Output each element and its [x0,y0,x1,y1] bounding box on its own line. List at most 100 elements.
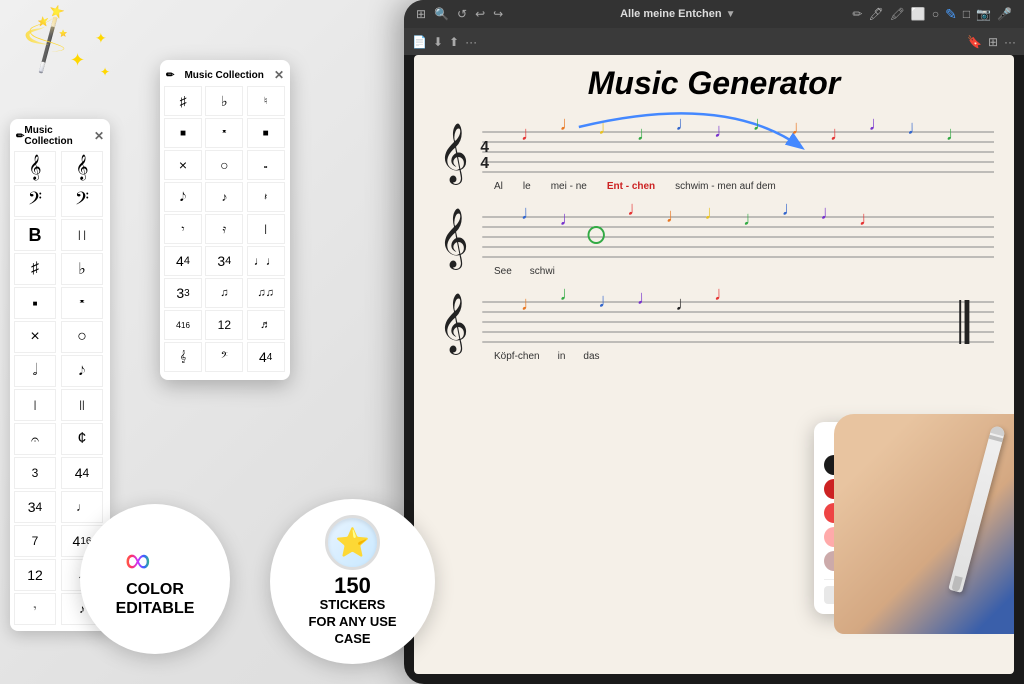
sticker-cell[interactable]: B [14,219,56,251]
sticker-cell[interactable]: ○ [61,321,103,353]
music-title: Music Generator [414,55,1014,107]
search-icon[interactable]: 🔍 [434,7,449,21]
pen-tool-icon[interactable]: 🖊 [868,7,883,21]
sticker-cell[interactable]: 𝄢 [14,185,56,217]
sticker-cell-lg[interactable]: ♭ [205,86,243,116]
pencil-tool-icon[interactable]: ✏ [852,7,862,21]
share-icon[interactable]: ⬆ [449,35,459,49]
sticker-cell[interactable]: × [14,321,56,353]
sticker-cell[interactable]: 7 [14,525,56,557]
sticker-cell-lg[interactable]: × [164,150,202,180]
ellipsis-icon[interactable]: ··· [465,35,477,49]
more-icon[interactable]: ··· [1004,35,1016,49]
svg-text:♩: ♩ [627,198,646,220]
sticker-cell-lg[interactable]: 𝄾 [164,214,202,244]
app-name-label: Alle meine Entchen [620,8,721,20]
mic-icon[interactable]: 🎤 [997,7,1012,21]
sticker-cell[interactable]: | [14,389,56,421]
svg-text:♩: ♩ [560,113,579,135]
sticker-cell-lg[interactable]: ♫♫ [247,278,285,308]
sticker-cell[interactable]: 44 [61,457,103,489]
shapes-icon[interactable]: □ [963,7,970,21]
svg-text:♩: ♩ [675,113,694,135]
close-icon-small[interactable]: ✕ [94,129,104,143]
sticker-cell[interactable]: || [61,389,103,421]
sticker-cell[interactable]: 𝄾 [14,593,56,625]
sticker-cell[interactable]: 𝄞 [61,151,103,183]
sticker-cell[interactable]: ■ [14,287,56,319]
sticker-cell-lg[interactable]: 𝄺 [205,118,243,148]
sticker-cell-lg[interactable]: ■ [247,118,285,148]
undo-icon[interactable]: ↩ [475,7,485,21]
sticker-cell-lg[interactable]: 33 [164,278,202,308]
sticker-cell-lg[interactable]: ♫ [205,278,243,308]
svg-text:♩: ♩ [868,113,887,135]
sticker-cell-lg[interactable]: ■ [164,118,202,148]
sticker-cell-lg[interactable]: 44 [164,246,202,276]
svg-text:♩: ♩ [830,123,849,145]
svg-text:♩: ♩ [907,117,926,139]
svg-text:4: 4 [480,139,489,156]
sticker-cell-lg[interactable]: 12 [205,310,243,340]
sticker-cell[interactable]: 𝅘𝅥𝅮 [61,355,103,387]
svg-text:♩: ♩ [637,287,656,309]
sticker-cell-lg[interactable]: | [247,214,285,244]
hand-pencil-area [834,414,1014,634]
grid-icon[interactable]: ⊞ [416,7,426,21]
sticker-cell-lg[interactable]: ♩♩ [247,246,285,276]
camera-icon[interactable]: 📷 [976,7,991,21]
sticker-line3: CASE [308,631,396,648]
sticker-cell-lg[interactable]: ♪ [205,182,243,212]
sticker-cell-lg[interactable]: 416 [164,310,202,340]
svg-text:♩: ♩ [946,123,965,145]
sticker-cell-lg[interactable]: 𝅝 [247,150,285,180]
sticker-cell-lg[interactable]: ♯ [164,86,202,116]
lyric: das [583,351,599,362]
sticker-cell[interactable]: ♭ [61,253,103,285]
svg-text:♩: ♩ [666,205,685,227]
sticker-cell-lg[interactable]: 34 [205,246,243,276]
svg-text:♩: ♩ [791,117,810,139]
lyric: schwi [530,266,555,277]
import-icon[interactable]: ⬇ [433,35,443,49]
svg-text:♩: ♩ [598,117,617,139]
collection-panel-large: ✏ Music Collection ✕ ♯ ♭ ♮ ■ 𝄺 ■ × ○ 𝅝 𝅘… [160,60,290,380]
sticker-cell-lg[interactable]: 𝄞 [164,342,202,372]
sticker-cell-lg[interactable]: 𝄿 [205,214,243,244]
highlighter-icon[interactable]: 🖍 [890,7,905,21]
panel-small-title: Music Collection [24,125,94,147]
grid2-icon[interactable]: ⊞ [988,35,998,49]
sticker-cell[interactable]: 34 [14,491,56,523]
sticker-cell[interactable]: 𝄞 [14,151,56,183]
color-editable-line2: EDITABLE [116,599,195,618]
sticker-cell[interactable]: 3 [14,457,56,489]
sticker-cell-lg[interactable]: 𝅘𝅥𝅮 [164,182,202,212]
lasso-icon[interactable]: ○ [932,7,939,21]
sticker-cell[interactable]: ¢ [61,423,103,455]
refresh-icon[interactable]: ↺ [457,7,467,21]
bookmark-icon[interactable]: 🔖 [967,35,982,49]
close-icon-large[interactable]: ✕ [274,68,284,82]
sticker-cell-lg[interactable]: ○ [205,150,243,180]
sticker-cell[interactable]: 𝄢 [61,185,103,217]
chevron-down-icon[interactable]: ▼ [726,9,736,20]
active-tool-icon[interactable]: ✎ [945,6,957,23]
sticker-cell-lg[interactable]: ♬ [247,310,285,340]
redo-icon[interactable]: ↪ [493,7,503,21]
sticker-cell-lg[interactable]: 44 [247,342,285,372]
sticker-cell[interactable]: ♯ [14,253,56,285]
sticker-cell-lg[interactable]: 𝄢 [205,342,243,372]
star-icon-3: ✦ [100,65,110,79]
sticker-cell[interactable]: 𝅗𝅥 [14,355,56,387]
doc-icon[interactable]: 📄 [412,35,427,49]
sticker-cell[interactable]: 𝄺 [61,287,103,319]
sticker-cell-lg[interactable]: ♮ [247,86,285,116]
sticker-cell[interactable]: ♩ [61,491,103,523]
sticker-cell[interactable]: 𝄐 [14,423,56,455]
svg-text:♩: ♩ [704,202,723,224]
sticker-cell[interactable]: | | [61,219,103,251]
sticker-cell-lg[interactable]: 𝄽 [247,182,285,212]
sticker-cell[interactable]: 12 [14,559,56,591]
svg-text:♩: ♩ [521,202,540,224]
eraser-icon[interactable]: ⬜ [911,7,926,21]
